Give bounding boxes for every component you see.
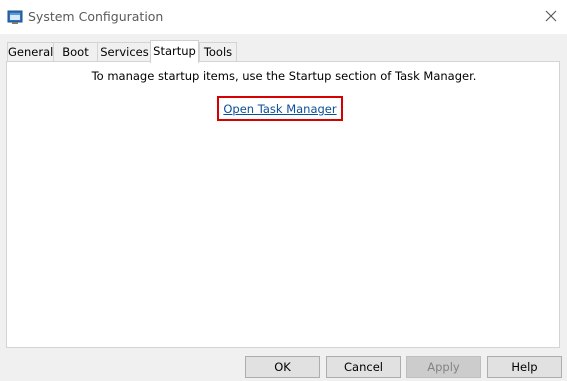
close-icon xyxy=(545,10,557,25)
system-configuration-window: System Configuration General Boot Servic… xyxy=(0,0,567,381)
startup-info-text: To manage startup items, use the Startup… xyxy=(91,69,477,83)
tab-strip: General Boot Services Startup Tools xyxy=(7,40,560,63)
apply-button[interactable]: Apply xyxy=(406,356,481,378)
tab-startup[interactable]: Startup xyxy=(150,40,199,63)
tab-services[interactable]: Services xyxy=(97,42,152,61)
window-title: System Configuration xyxy=(28,9,164,24)
tab-general[interactable]: General xyxy=(7,42,54,61)
settings-app-icon xyxy=(7,9,23,25)
ok-button[interactable]: OK xyxy=(245,356,320,378)
title-bar: System Configuration xyxy=(0,0,567,34)
cancel-button[interactable]: Cancel xyxy=(326,356,401,378)
tab-tools[interactable]: Tools xyxy=(199,42,237,61)
tab-boot[interactable]: Boot xyxy=(53,42,98,61)
help-button[interactable]: Help xyxy=(487,356,562,378)
open-task-manager-link[interactable]: Open Task Manager xyxy=(219,102,341,116)
startup-tab-panel: To manage startup items, use the Startup… xyxy=(6,61,560,348)
highlight-box: Open Task Manager xyxy=(217,96,343,121)
close-button[interactable] xyxy=(535,3,567,31)
